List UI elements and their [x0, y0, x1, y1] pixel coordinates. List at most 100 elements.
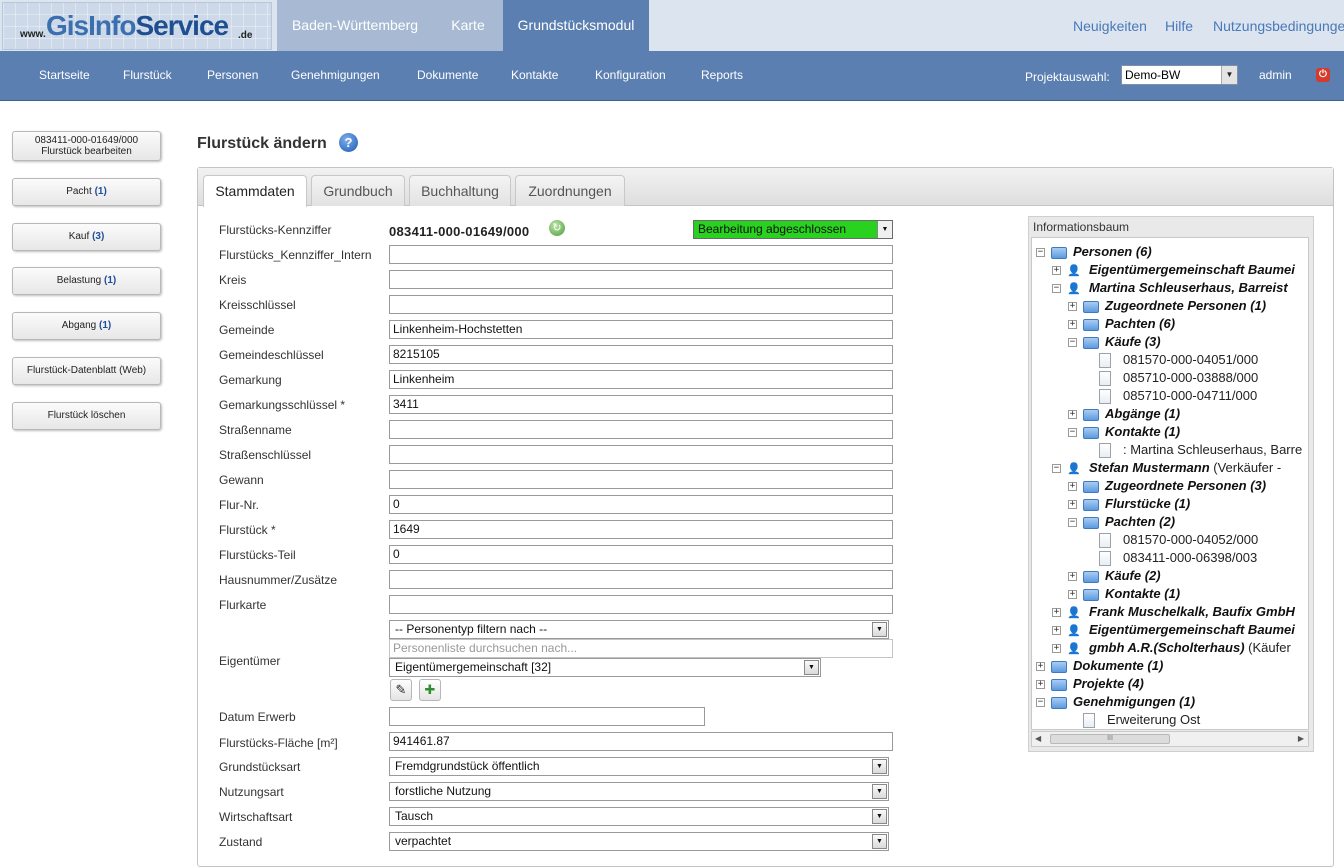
tree-node[interactable]: 085710-000-04711/000: [1084, 387, 1257, 405]
expand-icon[interactable]: +: [1068, 572, 1077, 582]
top-tab-baden-wuerttemberg[interactable]: Baden-Württemberg: [277, 0, 433, 51]
collapse-icon[interactable]: −: [1068, 428, 1077, 438]
input-flur-nr[interactable]: 0: [389, 495, 893, 514]
tree-node[interactable]: − Personen (6): [1036, 243, 1152, 261]
tree-node[interactable]: + 👤 Eigentümergemeinschaft Baumei: [1052, 621, 1295, 639]
tree-node[interactable]: − 👤 Stefan Mustermann (Verkäufer -: [1052, 459, 1281, 477]
input-gemarkung[interactable]: Linkenheim: [389, 370, 893, 389]
nav-flurstueck[interactable]: Flurstück: [123, 68, 172, 82]
tab-grundbuch[interactable]: Grundbuch: [311, 175, 405, 206]
top-tab-grundstuecksmodul[interactable]: Grundstücksmodul: [503, 0, 649, 51]
scroll-thumb[interactable]: III: [1050, 734, 1170, 744]
nav-dokumente[interactable]: Dokumente: [417, 68, 478, 82]
input-flurstuecks-flaeche[interactable]: 941461.87: [389, 732, 893, 751]
expand-icon[interactable]: +: [1052, 644, 1061, 654]
input-flurkarte[interactable]: [389, 595, 893, 614]
status-select[interactable]: Bearbeitung abgeschlossen ▼: [693, 220, 893, 239]
nav-genehmigungen[interactable]: Genehmigungen: [291, 68, 380, 82]
expand-icon[interactable]: +: [1068, 482, 1077, 492]
logout-power-icon[interactable]: ⏻: [1316, 68, 1330, 82]
tab-stammdaten[interactable]: Stammdaten: [203, 175, 307, 207]
input-kreisschluessel[interactable]: [389, 295, 893, 314]
input-strassenschluessel[interactable]: [389, 445, 893, 464]
input-strassenname[interactable]: [389, 420, 893, 439]
tree-node[interactable]: + Dokumente (1): [1036, 657, 1163, 675]
tree-node[interactable]: − Kontakte (1): [1068, 423, 1180, 441]
top-tab-karte[interactable]: Karte: [433, 0, 503, 51]
nutzungsart-select[interactable]: forstliche Nutzung ▼: [389, 782, 889, 801]
add-person-icon[interactable]: ✚: [419, 679, 441, 701]
tree-node[interactable]: 081570-000-04052/000: [1084, 531, 1258, 549]
personenliste-search-input[interactable]: Personenliste durchsuchen nach...: [389, 639, 893, 658]
expand-icon[interactable]: +: [1068, 590, 1077, 600]
tree-node[interactable]: − Käufe (3): [1068, 333, 1161, 351]
info-tree[interactable]: − Personen (6) + 👤 Eigentümergemeinschaft Ba…: [1031, 237, 1309, 730]
input-gemeindeschluessel[interactable]: 8215105: [389, 345, 893, 364]
input-hausnummer[interactable]: [389, 570, 893, 589]
nav-reports[interactable]: Reports: [701, 68, 743, 82]
input-gemeinde[interactable]: Linkenheim-Hochstetten: [389, 320, 893, 339]
input-gemarkungsschluessel[interactable]: 3411: [389, 395, 893, 414]
project-select[interactable]: Demo-BW ▼: [1121, 65, 1238, 85]
tree-node[interactable]: Erweiterung Ost: [1068, 711, 1200, 729]
expand-icon[interactable]: +: [1036, 680, 1045, 690]
tree-node[interactable]: − 👤 Martina Schleuserhaus, Barreist: [1052, 279, 1288, 297]
tree-node[interactable]: + Zugeordnete Personen (1): [1068, 297, 1266, 315]
scroll-right-icon[interactable]: ▶: [1298, 734, 1304, 743]
sidebar-kauf-button[interactable]: Kauf (3): [12, 223, 161, 251]
collapse-icon[interactable]: −: [1052, 464, 1061, 474]
input-kreis[interactable]: [389, 270, 893, 289]
nav-personen[interactable]: Personen: [207, 68, 258, 82]
tree-node[interactable]: − Genehmigungen (1): [1036, 693, 1195, 711]
flurstueck-loeschen-button[interactable]: Flurstück löschen: [12, 402, 161, 430]
collapse-icon[interactable]: −: [1068, 518, 1077, 528]
user-name[interactable]: admin: [1259, 68, 1292, 82]
tree-node[interactable]: + Käufe (2): [1068, 567, 1161, 585]
sidebar-abgang-button[interactable]: Abgang (1): [12, 312, 161, 340]
tree-node[interactable]: + Kontakte (1): [1068, 585, 1180, 603]
tree-node[interactable]: 085710-000-03888/000: [1084, 369, 1258, 387]
tree-node[interactable]: + Projekte (4): [1036, 675, 1144, 693]
grundstuecksart-select[interactable]: Fremdgrundstück öffentlich ▼: [389, 757, 889, 776]
tab-zuordnungen[interactable]: Zuordnungen: [515, 175, 625, 206]
edit-person-icon[interactable]: ✎: [390, 679, 412, 701]
input-gewann[interactable]: [389, 470, 893, 489]
gisinfoservice-logo[interactable]: www. GisInfoService .de: [2, 2, 272, 50]
tree-node[interactable]: − Pachten (2): [1068, 513, 1175, 531]
collapse-icon[interactable]: −: [1068, 338, 1077, 348]
tree-node[interactable]: + 👤 Eigentümergemeinschaft Baumei: [1052, 261, 1295, 279]
personentyp-filter-select[interactable]: -- Personentyp filtern nach -- ▼: [389, 620, 889, 639]
flurstueck-datenblatt-button[interactable]: Flurstück-Datenblatt (Web): [12, 357, 161, 385]
tree-node[interactable]: + Zugeordnete Personen (3): [1068, 477, 1266, 495]
expand-icon[interactable]: +: [1068, 410, 1077, 420]
help-icon[interactable]: ?: [339, 133, 358, 152]
expand-icon[interactable]: +: [1036, 662, 1045, 672]
link-neuigkeiten[interactable]: Neuigkeiten: [1073, 18, 1147, 34]
expand-icon[interactable]: +: [1068, 302, 1077, 312]
horizontal-scrollbar[interactable]: ◀ III ▶: [1031, 731, 1309, 747]
sidebar-belastung-button[interactable]: Belastung (1): [12, 267, 161, 295]
expand-icon[interactable]: +: [1052, 626, 1061, 636]
scroll-left-icon[interactable]: ◀: [1035, 734, 1041, 743]
input-flurstuecks-teil[interactable]: 0: [389, 545, 893, 564]
expand-icon[interactable]: +: [1068, 500, 1077, 510]
eigentuemer-select[interactable]: Eigentümergemeinschaft [32] ▼: [389, 658, 821, 677]
input-flurstueck[interactable]: 1649: [389, 520, 893, 539]
expand-icon[interactable]: +: [1068, 320, 1077, 330]
tree-node[interactable]: + 👤 Frank Muschelkalk, Baufix GmbH: [1052, 603, 1295, 621]
input-datum-erwerb[interactable]: [389, 707, 705, 726]
tree-node[interactable]: + 👤 gmbh A.R.(Scholterhaus) (Käufer: [1052, 639, 1291, 657]
expand-icon[interactable]: +: [1052, 266, 1061, 276]
tab-buchhaltung[interactable]: Buchhaltung: [409, 175, 511, 206]
nav-startseite[interactable]: Startseite: [39, 68, 90, 82]
tree-node[interactable]: + Abgänge (1): [1068, 405, 1180, 423]
refresh-icon[interactable]: ↻: [549, 220, 565, 236]
input-kennziffer-intern[interactable]: [389, 245, 893, 264]
zustand-select[interactable]: verpachtet ▼: [389, 832, 889, 851]
tree-node[interactable]: : Martina Schleuserhaus, Barre: [1084, 441, 1302, 459]
tree-node[interactable]: 081570-000-04051/000: [1084, 351, 1258, 369]
link-hilfe[interactable]: Hilfe: [1165, 18, 1193, 34]
nav-konfiguration[interactable]: Konfiguration: [595, 68, 666, 82]
flurstueck-bearbeiten-button[interactable]: 083411-000-01649/000 Flurstück bearbeite…: [12, 131, 161, 161]
sidebar-pacht-button[interactable]: Pacht (1): [12, 178, 161, 206]
